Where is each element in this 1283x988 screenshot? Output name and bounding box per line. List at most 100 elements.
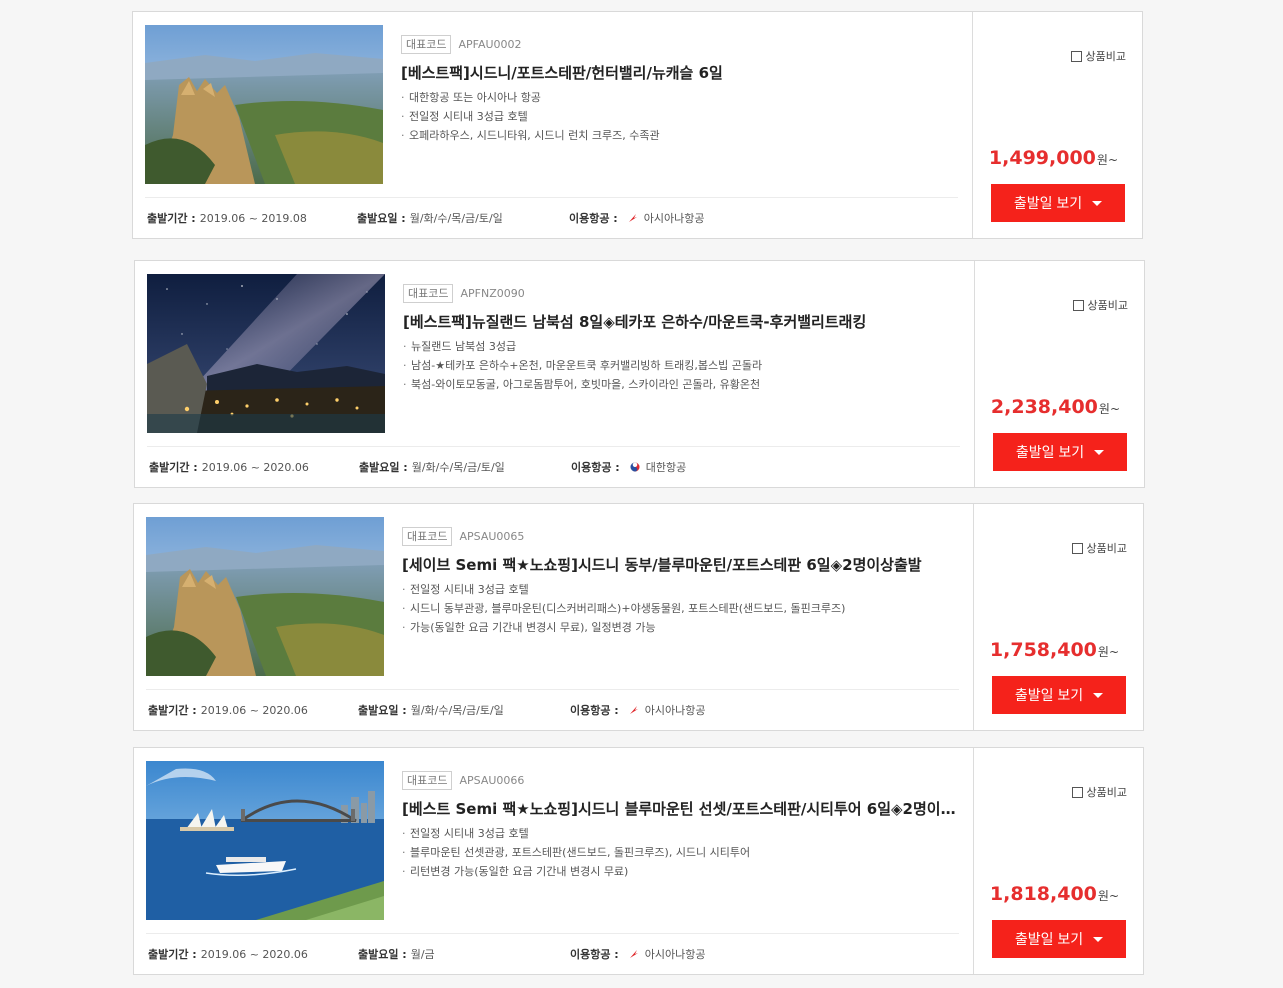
product-code: APSAU0065 — [459, 529, 525, 543]
feature-list: 전일정 시티내 3성급 호텔 시드니 동부관광, 블루마운틴(디스커버리패스)+… — [402, 580, 964, 637]
caret-down-icon — [1092, 200, 1103, 206]
departure-days: 출발요일 : 월/화/수/목/금/토/일 — [357, 210, 569, 226]
price-suffix: ~ — [1108, 889, 1119, 903]
product-image[interactable] — [147, 274, 385, 433]
product-info: 대표코드 APFNZ0090 [베스트팩]뉴질랜드 남북섬 8일◈테카포 은하수… — [403, 283, 965, 394]
asiana-logo-icon — [629, 705, 639, 715]
price-currency: 원 — [1098, 402, 1110, 416]
feature-list: 전일정 시티내 3성급 호텔 블루마운틴 선셋관광, 포트스테판(샌드보드, 돌… — [402, 824, 964, 881]
view-departures-button[interactable]: 출발일 보기 — [992, 920, 1126, 958]
divider — [146, 933, 959, 934]
days-value: 월/화/수/목/금/토/일 — [411, 461, 505, 474]
view-departures-label: 출발일 보기 — [1013, 195, 1083, 211]
product-code: APFNZ0090 — [460, 286, 525, 300]
compare-toggle[interactable]: 상품비교 — [1071, 540, 1127, 556]
period-label: 출발기간 : — [148, 948, 197, 961]
product-code-row: 대표코드 APFNZ0090 — [403, 283, 965, 303]
view-departures-label: 출발일 보기 — [1014, 931, 1084, 947]
product-title[interactable]: [베스트팩]뉴질랜드 남북섬 8일◈테카포 은하수/마운트쿡-후커밸리트래킹 — [403, 312, 963, 332]
korean-air-logo-icon — [629, 462, 640, 472]
airline-name: 대한항공 — [645, 461, 687, 474]
period-value: 2019.06 ~ 2020.06 — [201, 460, 309, 474]
product-image[interactable] — [145, 25, 383, 184]
view-departures-button[interactable]: 출발일 보기 — [992, 676, 1126, 714]
compare-label: 상품비교 — [1087, 299, 1128, 312]
period-label: 출발기간 : — [148, 704, 197, 717]
landscape-image — [145, 25, 383, 184]
days-value: 월/금 — [410, 948, 435, 961]
price-currency: 원 — [1096, 153, 1108, 167]
feature-item: 전일정 시티내 3성급 호텔 — [401, 107, 963, 126]
departure-days: 출발요일 : 월/화/수/목/금/토/일 — [358, 702, 570, 718]
compare-checkbox[interactable] — [1072, 299, 1084, 311]
product-title[interactable]: [베스트 Semi 팩★노쇼핑]시드니 블루마운틴 선셋/포트스테판/시티투어 … — [402, 799, 962, 819]
caret-down-icon — [1094, 449, 1105, 455]
feature-item: 전일정 시티내 3성급 호텔 — [402, 824, 964, 843]
view-departures-label: 출발일 보기 — [1015, 444, 1085, 460]
departure-period: 출발기간 : 2019.06 ~ 2020.06 — [148, 946, 358, 962]
compare-label: 상품비교 — [1085, 50, 1126, 63]
feature-item: 북섬-와이토모동굴, 아그로돔팜투어, 호빗마을, 스카이라인 곤돌라, 유황온… — [403, 375, 965, 394]
period-value: 2019.06 ~ 2019.08 — [199, 211, 307, 225]
days-label: 출발요일 : — [358, 704, 407, 717]
price-value: 1,818,400 — [989, 883, 1097, 905]
divider — [145, 197, 958, 198]
feature-item: 시드니 동부관광, 블루마운틴(디스커버리패스)+야생동물원, 포트스테판(샌드… — [402, 599, 964, 618]
airline-label: 이용항공 : — [570, 948, 619, 961]
product-info: 대표코드 APSAU0065 [세이브 Semi 팩★노쇼핑]시드니 동부/블루… — [402, 526, 964, 637]
product-image[interactable] — [146, 761, 384, 920]
airline: 이용항공 : 아시아나항공 — [570, 946, 705, 962]
divider — [146, 689, 959, 690]
feature-list: 대한항공 또는 아시아나 항공 전일정 시티내 3성급 호텔 오페라하우스, 시… — [401, 88, 963, 145]
period-label: 출발기간 : — [149, 461, 198, 474]
product-price: 1,818,400 원 ~ — [990, 883, 1119, 905]
code-tag: 대표코드 — [402, 770, 453, 790]
product-card: 대표코드 APSAU0065 [세이브 Semi 팩★노쇼핑]시드니 동부/블루… — [133, 503, 1144, 731]
airline-label: 이용항공 : — [569, 212, 618, 225]
period-label: 출발기간 : — [147, 212, 196, 225]
product-price: 1,499,000 원 ~ — [989, 147, 1118, 169]
landscape-image — [146, 761, 384, 920]
code-tag: 대표코드 — [402, 526, 453, 546]
code-tag: 대표코드 — [403, 283, 454, 303]
product-main: 대표코드 APFNZ0090 [베스트팩]뉴질랜드 남북섬 8일◈테카포 은하수… — [135, 261, 975, 487]
airline-name: 아시아나항공 — [644, 704, 706, 717]
compare-toggle[interactable]: 상품비교 — [1070, 48, 1126, 64]
product-side: 상품비교 2,238,400 원 ~ 출발일 보기 — [975, 261, 1144, 487]
product-image[interactable] — [146, 517, 384, 676]
compare-checkbox[interactable] — [1071, 786, 1083, 798]
compare-toggle[interactable]: 상품비교 — [1071, 784, 1127, 800]
airline-label: 이용항공 : — [571, 461, 620, 474]
departure-period: 출발기간 : 2019.06 ~ 2020.06 — [149, 459, 359, 475]
feature-item: 대한항공 또는 아시아나 항공 — [401, 88, 963, 107]
code-tag: 대표코드 — [401, 34, 452, 54]
product-main: 대표코드 APSAU0066 [베스트 Semi 팩★노쇼핑]시드니 블루마운틴… — [134, 748, 974, 974]
view-departures-button[interactable]: 출발일 보기 — [993, 433, 1127, 471]
departure-days: 출발요일 : 월/화/수/목/금/토/일 — [359, 459, 571, 475]
feature-item: 오페라하우스, 시드니타워, 시드니 런치 크루즈, 수족관 — [401, 126, 963, 145]
view-departures-button[interactable]: 출발일 보기 — [991, 184, 1125, 222]
feature-item: 뉴질랜드 남북섬 3성급 — [403, 337, 965, 356]
product-card: 대표코드 APFAU0002 [베스트팩]시드니/포트스테판/헌터밸리/뉴캐슬 … — [132, 11, 1143, 239]
price-currency: 원 — [1097, 645, 1109, 659]
period-value: 2019.06 ~ 2020.06 — [200, 947, 308, 961]
compare-checkbox[interactable] — [1071, 542, 1083, 554]
compare-checkbox[interactable] — [1070, 50, 1082, 62]
product-price: 1,758,400 원 ~ — [990, 639, 1119, 661]
feature-item: 블루마운틴 선셋관광, 포트스테판(샌드보드, 돌핀크루즈), 시드니 시티투어 — [402, 843, 964, 862]
days-label: 출발요일 : — [358, 948, 407, 961]
product-price: 2,238,400 원 ~ — [991, 396, 1120, 418]
price-value: 2,238,400 — [990, 396, 1098, 418]
airline-label: 이용항공 : — [570, 704, 619, 717]
compare-toggle[interactable]: 상품비교 — [1072, 297, 1128, 313]
departure-days: 출발요일 : 월/금 — [358, 946, 570, 962]
product-info: 대표코드 APSAU0066 [베스트 Semi 팩★노쇼핑]시드니 블루마운틴… — [402, 770, 964, 881]
airline: 이용항공 : 대한항공 — [571, 459, 686, 475]
price-currency: 원 — [1097, 889, 1109, 903]
product-title[interactable]: [세이브 Semi 팩★노쇼핑]시드니 동부/블루마운틴/포트스테판 6일◈2명… — [402, 555, 962, 575]
caret-down-icon — [1093, 692, 1104, 698]
product-meta: 출발기간 : 2019.06 ~ 2020.06 출발요일 : 월/화/수/목/… — [148, 702, 705, 718]
product-title[interactable]: [베스트팩]시드니/포트스테판/헌터밸리/뉴캐슬 6일 — [401, 63, 961, 83]
view-departures-label: 출발일 보기 — [1014, 687, 1084, 703]
product-card: 대표코드 APFNZ0090 [베스트팩]뉴질랜드 남북섬 8일◈테카포 은하수… — [134, 260, 1145, 488]
